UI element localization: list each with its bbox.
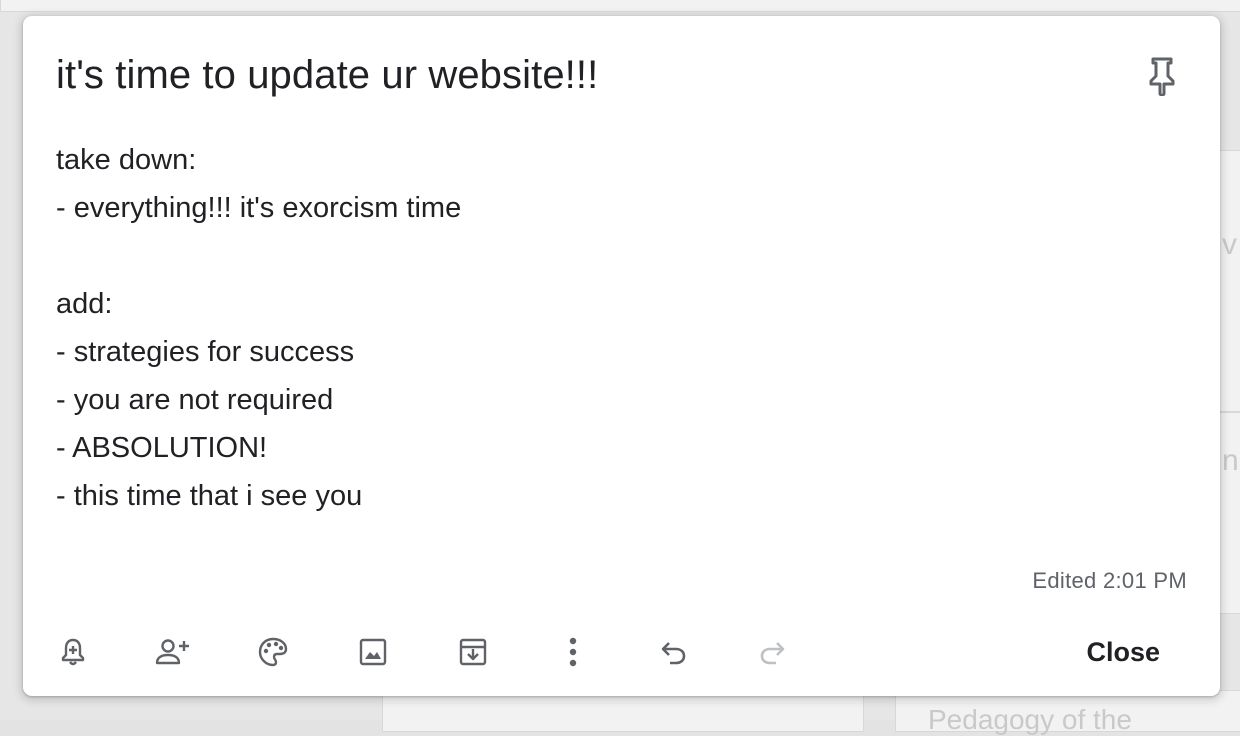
note-body-line: - strategies for success [56,336,355,368]
background-note-text: Pedagogy of the [928,704,1132,735]
more-options-button[interactable] [551,630,595,674]
note-body-line: - ABSOLUTION! [56,432,268,464]
note-toolbar: Close [23,626,1220,678]
note-editor-dialog: it's time to update ur website!!! take d… [23,16,1220,696]
undo-icon [661,642,686,665]
pin-note-button[interactable] [1140,54,1184,98]
background-note-text: v [1222,228,1237,261]
background-options-icon [258,637,288,667]
archive-icon [459,638,487,666]
note-body-line: - everything!!! it's exorcism time [56,192,462,224]
background-note-card[interactable] [0,0,1240,12]
note-body[interactable]: take down: - everything!!! it's exorcism… [56,136,1156,520]
edited-timestamp: Edited 2:01 PM [1032,568,1187,593]
background-note-text: n [1222,444,1239,477]
note-body-line: - this time that i see you [56,480,363,512]
note-body-line: take down: [56,144,197,176]
collaborator-button[interactable] [151,630,195,674]
note-body-line: add: [56,288,113,320]
add-image-icon [359,638,387,666]
undo-button[interactable] [651,630,695,674]
background-options-button[interactable] [251,630,295,674]
collaborator-icon [155,639,189,665]
redo-button[interactable] [751,630,795,674]
note-title[interactable]: it's time to update ur website!!! [56,50,598,100]
background-note-card[interactable] [382,690,864,732]
remind-me-icon [61,638,85,666]
remind-me-button[interactable] [51,630,95,674]
note-body-line [56,232,1156,280]
close-button[interactable]: Close [1080,632,1166,672]
pin-icon [1149,57,1175,96]
archive-button[interactable] [451,630,495,674]
redo-icon [760,642,785,665]
add-image-button[interactable] [351,630,395,674]
note-body-line: - you are not required [56,384,334,416]
more-icon [569,637,577,667]
